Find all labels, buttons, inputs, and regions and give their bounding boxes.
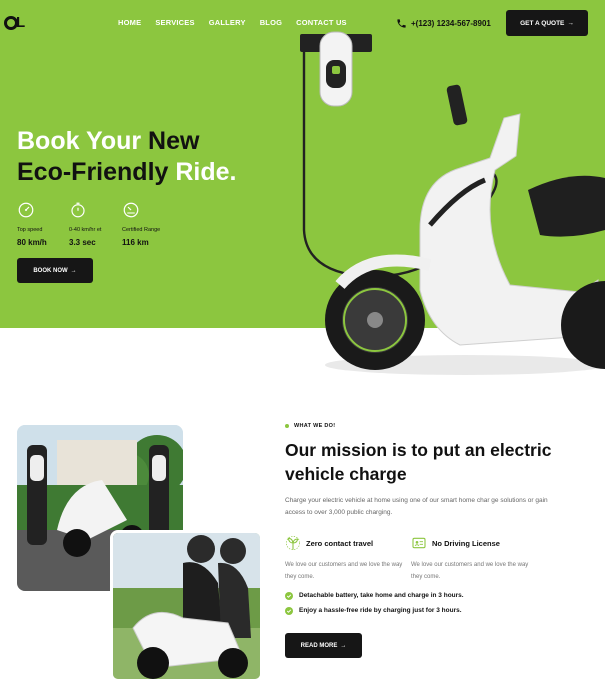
logo-text: L: [16, 14, 26, 31]
phone-number: +(123) 1234-567-8901: [411, 19, 491, 28]
read-more-label: READ MORE: [300, 642, 338, 649]
nav-gallery[interactable]: GALLERY: [209, 18, 246, 27]
phone-contact[interactable]: +(123) 1234-567-8901: [396, 18, 491, 29]
feature-head: Zero contact travel: [285, 535, 405, 551]
checklist-text: Enjoy a hassle-free ride by charging jus…: [299, 607, 462, 614]
feature-description: We love our customers and we love the wa…: [411, 562, 529, 580]
riders-photo: [110, 530, 263, 682]
hero-title-part-4: Ride.: [175, 158, 237, 186]
stat-top-speed: Top speed 80 km/h: [17, 201, 69, 247]
nav-contact-us[interactable]: CONTACT US: [296, 18, 347, 27]
main-nav: HOME SERVICES GALLERY BLOG CONTACT US: [118, 18, 347, 27]
feature-title: No Driving License: [432, 538, 500, 548]
mission-description: Charge your electric vehicle at home usi…: [285, 497, 548, 516]
nav-services[interactable]: SERVICES: [155, 18, 194, 27]
eyebrow-text: WHAT WE DO!: [294, 423, 336, 429]
feature-title: Zero contact travel: [306, 538, 374, 548]
speedometer-icon: [18, 202, 34, 218]
hero-title: Book Your New Eco-Friendly Ride.: [17, 126, 237, 188]
dot-icon: [285, 424, 289, 428]
arrow-right-icon: →: [70, 267, 77, 274]
stat-value: 116 km: [122, 238, 149, 247]
feature-head: No Driving License: [411, 535, 531, 551]
mission-title: Our mission is to put an electric vehicl…: [285, 440, 552, 484]
stopwatch-icon: [71, 202, 85, 218]
checklist-item: Enjoy a hassle-free ride by charging jus…: [285, 603, 464, 618]
nav-home[interactable]: HOME: [118, 18, 141, 27]
feature-description: We love our customers and we love the wa…: [285, 562, 403, 580]
arrow-right-icon: →: [567, 19, 574, 27]
checklist-text: Detachable battery, take home and charge…: [299, 592, 464, 599]
nav-blog[interactable]: BLOG: [260, 18, 282, 27]
scooter-charger-illustration: [300, 31, 605, 375]
hero-title-part-2: New: [148, 127, 200, 155]
arrow-right-icon: →: [340, 642, 347, 649]
scooter-icon: [325, 84, 605, 370]
eco-plant-icon: [286, 536, 300, 550]
section-eyebrow: WHAT WE DO!: [285, 423, 335, 429]
check-icon: [285, 591, 293, 600]
site-logo[interactable]: L: [0, 14, 30, 34]
checklist-item: Detachable battery, take home and charge…: [285, 588, 464, 603]
hero-title-part-3: Eco-Friendly: [17, 158, 169, 186]
checklist: Detachable battery, take home and charge…: [285, 588, 464, 618]
check-icon: [285, 606, 293, 615]
book-now-label: BOOK NOW: [33, 267, 68, 274]
hero-title-part-1: Book Your: [17, 127, 142, 155]
stat-range: Certified Range 116 km: [122, 201, 174, 247]
stat-label: Certified Range: [122, 227, 161, 233]
stat-value: 3.3 sec: [69, 238, 96, 247]
read-more-button[interactable]: READ MORE →: [285, 633, 362, 658]
stat-value: 80 km/h: [17, 238, 47, 247]
hero-stats: Top speed 80 km/h 0-40 km/hr et 3.3 sec …: [17, 201, 174, 247]
feature-zero-contact: Zero contact travel We love our customer…: [285, 535, 405, 583]
book-now-button[interactable]: BOOK NOW →: [17, 258, 93, 283]
license-card-icon: [412, 537, 426, 549]
gauge-icon: [123, 202, 139, 218]
get-a-quote-label: GET A QUOTE: [520, 19, 565, 27]
feature-no-license: No Driving License We love our customers…: [411, 535, 531, 583]
phone-icon: [397, 19, 406, 28]
stat-acceleration: 0-40 km/hr et 3.3 sec: [69, 201, 122, 247]
stat-label: Top speed: [17, 227, 43, 233]
stat-label: 0-40 km/hr et: [69, 227, 102, 233]
